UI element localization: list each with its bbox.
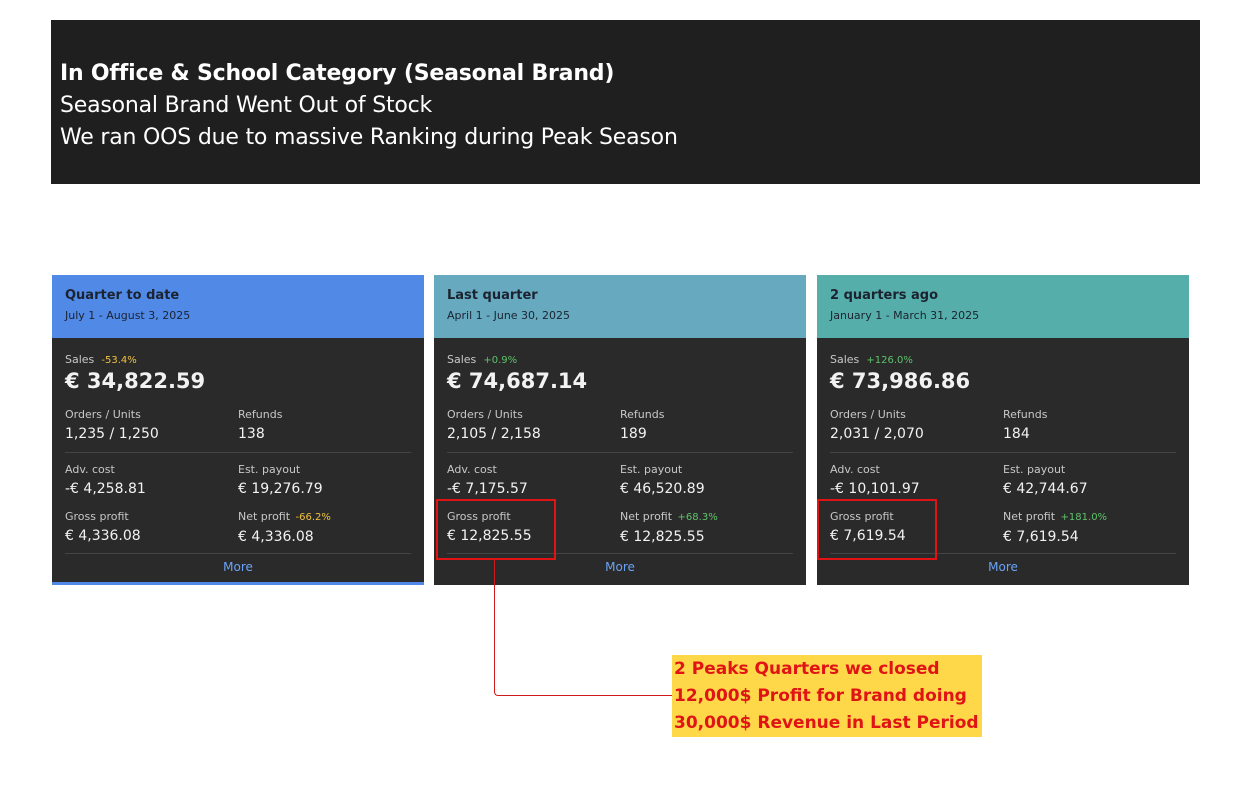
sales-change: +0.9% <box>483 355 518 366</box>
refunds-value: 189 <box>620 426 647 442</box>
more-link[interactable]: More <box>65 559 411 575</box>
banner-title: In Office & School Category (Seasonal Br… <box>60 61 615 86</box>
est-payout-label: Est. payout <box>238 463 301 476</box>
refunds-value: 184 <box>1003 426 1030 442</box>
card-title: Quarter to date <box>65 288 180 303</box>
card-accent-bar <box>52 582 424 585</box>
refunds-label: Refunds <box>1003 408 1048 421</box>
banner: In Office & School Category (Seasonal Br… <box>51 20 1200 184</box>
card-dates: January 1 - March 31, 2025 <box>830 309 980 322</box>
banner-subtitle: Seasonal Brand Went Out of Stock <box>60 93 433 118</box>
sales-label: Sales <box>65 353 95 366</box>
highlight-box-last-quarter-gross-profit <box>436 499 556 560</box>
net-profit-label: Net profit <box>1003 510 1056 523</box>
adv-cost-label: Adv. cost <box>830 463 880 476</box>
orders-units-label: Orders / Units <box>830 408 906 421</box>
gross-profit-value: € 4,336.08 <box>65 528 141 544</box>
est-payout-label: Est. payout <box>1003 463 1066 476</box>
net-profit-change: +181.0% <box>1060 512 1108 523</box>
net-profit-value: € 4,336.08 <box>238 529 314 545</box>
orders-units-label: Orders / Units <box>447 408 523 421</box>
adv-cost-value: -€ 10,101.97 <box>830 481 920 497</box>
annotation-callout: 2 Peaks Quarters we closed 12,000$ Profi… <box>672 655 982 737</box>
sales-change: -53.4% <box>101 355 137 366</box>
card-title: Last quarter <box>447 288 538 303</box>
net-profit-label: Net profit <box>238 510 291 523</box>
refunds-value: 138 <box>238 426 265 442</box>
card-dates: April 1 - June 30, 2025 <box>447 309 571 322</box>
card-header: Quarter to date July 1 - August 3, 2025 <box>52 275 424 338</box>
net-profit-change: +68.3% <box>677 512 718 523</box>
est-payout-value: € 42,744.67 <box>1003 481 1088 497</box>
net-profit-change: -66.2% <box>295 512 331 523</box>
gross-profit-label: Gross profit <box>65 510 129 523</box>
net-profit-value: € 7,619.54 <box>1003 529 1079 545</box>
orders-units-value: 2,031 / 2,070 <box>830 426 924 442</box>
card-title: 2 quarters ago <box>830 288 939 303</box>
card-header: 2 quarters ago January 1 - March 31, 202… <box>817 275 1189 338</box>
more-link[interactable]: More <box>830 559 1176 575</box>
sales-label: Sales <box>830 353 860 366</box>
sales-label: Sales <box>447 353 477 366</box>
refunds-label: Refunds <box>238 408 283 421</box>
card-quarter-to-date: Quarter to date July 1 - August 3, 2025 … <box>52 275 424 585</box>
orders-units-label: Orders / Units <box>65 408 141 421</box>
adv-cost-label: Adv. cost <box>65 463 115 476</box>
sales-value: € 34,822.59 <box>65 369 206 393</box>
net-profit-value: € 12,825.55 <box>620 529 705 545</box>
banner-description: We ran OOS due to massive Ranking during… <box>60 125 678 150</box>
callout-line-1: 2 Peaks Quarters we closed <box>674 659 940 679</box>
callout-line-3: 30,000$ Revenue in Last Period <box>674 713 979 733</box>
card-dates: July 1 - August 3, 2025 <box>65 309 191 322</box>
highlight-box-two-quarters-gross-profit <box>817 499 937 560</box>
refunds-label: Refunds <box>620 408 665 421</box>
adv-cost-value: -€ 4,258.81 <box>65 481 146 497</box>
est-payout-value: € 19,276.79 <box>238 481 323 497</box>
sales-value: € 74,687.14 <box>447 369 588 393</box>
est-payout-value: € 46,520.89 <box>620 481 705 497</box>
callout-line-2: 12,000$ Profit for Brand doing <box>674 686 967 706</box>
card-header: Last quarter April 1 - June 30, 2025 <box>434 275 806 338</box>
adv-cost-label: Adv. cost <box>447 463 497 476</box>
sales-change: +126.0% <box>866 355 913 366</box>
orders-units-value: 2,105 / 2,158 <box>447 426 541 442</box>
adv-cost-value: -€ 7,175.57 <box>447 481 528 497</box>
net-profit-label: Net profit <box>620 510 673 523</box>
est-payout-label: Est. payout <box>620 463 683 476</box>
annotation-connector-line <box>494 558 674 696</box>
sales-value: € 73,986.86 <box>830 369 971 393</box>
orders-units-value: 1,235 / 1,250 <box>65 426 159 442</box>
